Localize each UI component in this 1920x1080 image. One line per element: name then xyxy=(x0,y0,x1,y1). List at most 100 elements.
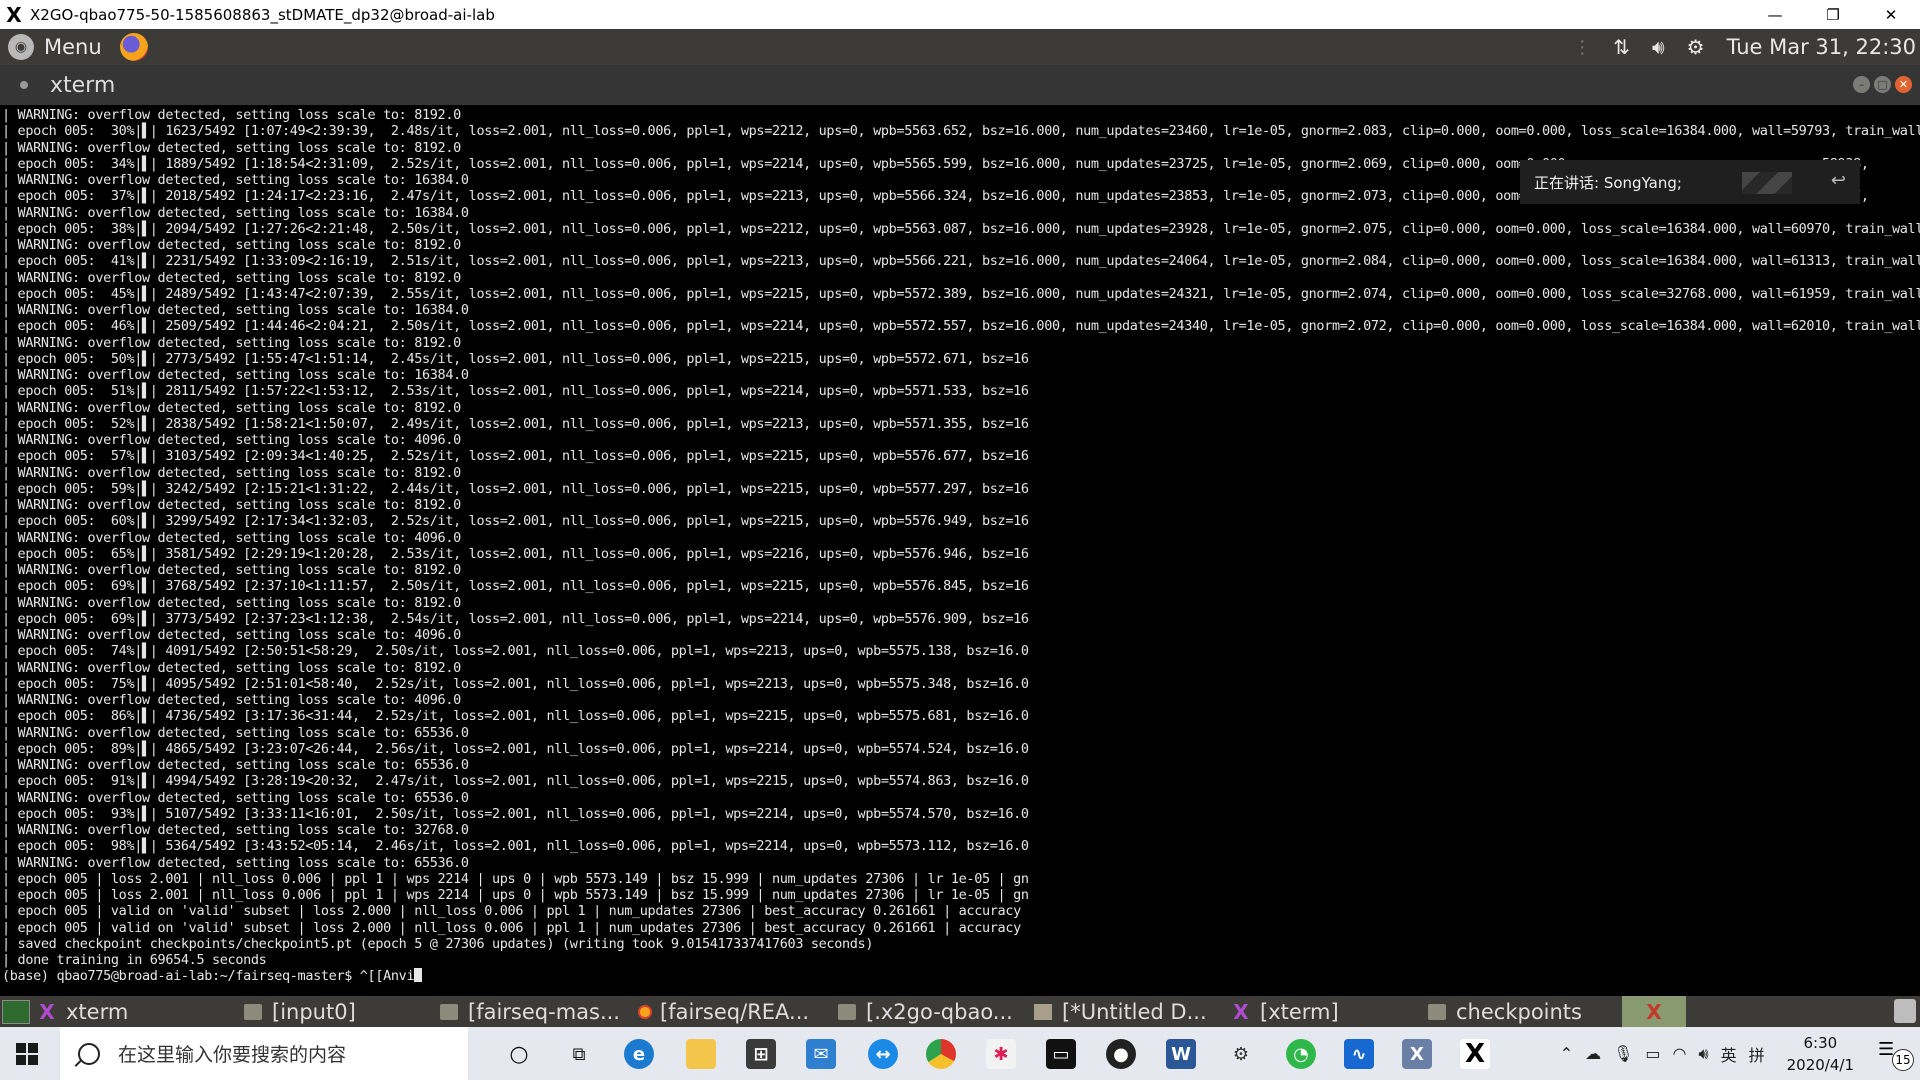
panel-tray: ⋮ ⇅ 🔊︎ ⚙ Tue Mar 31, 22:30 xyxy=(1573,29,1916,65)
terminal-line: | epoch 005 | valid on 'valid' subset | … xyxy=(2,919,1021,936)
task-label: [input0] xyxy=(272,999,356,1024)
terminal-line: | epoch 005: 46%|▌| 2509/5492 [1:44:46<2… xyxy=(2,318,1920,335)
prompt-text: (base) qbao775@broad-ai-lab:~/fairseq-ma… xyxy=(2,968,415,985)
close-button[interactable]: ✕ xyxy=(1862,0,1920,29)
file-explorer-icon[interactable] xyxy=(686,1039,716,1069)
edge-icon[interactable]: e xyxy=(624,1039,654,1069)
speaking-notification: 正在讲话: SongYang; ↩ xyxy=(1520,160,1860,204)
word-icon[interactable]: W xyxy=(1166,1039,1196,1069)
xming-icon[interactable]: X xyxy=(1402,1039,1432,1069)
cortana-icon[interactable]: ○ xyxy=(504,1039,534,1069)
settings-icon[interactable]: ⚙ xyxy=(1226,1039,1256,1069)
ime-mode[interactable]: 拼 xyxy=(1749,1042,1765,1066)
search-icon xyxy=(78,1042,100,1065)
task-view-icon[interactable]: ⧉ xyxy=(564,1039,594,1069)
xterm-maximize-button[interactable]: □ xyxy=(1874,76,1891,93)
terminal-line: | WARNING: overflow detected, setting lo… xyxy=(2,107,461,123)
terminal-line: | epoch 005: 51%|▌| 2811/5492 [1:57:22<1… xyxy=(2,383,1029,400)
terminal-line: | epoch 005 | loss 2.001 | nll_loss 0.00… xyxy=(2,870,1029,887)
wechat-icon[interactable]: ◔ xyxy=(1286,1039,1316,1069)
trash-icon[interactable] xyxy=(1894,999,1916,1023)
terminal-line: | epoch 005: 52%|▌| 2838/5492 [1:58:21<1… xyxy=(2,415,1029,432)
terminal-line: | epoch 005: 65%|▌| 3581/5492 [2:29:19<1… xyxy=(2,545,1029,562)
terminal-line: | epoch 005: 93%|▌| 5107/5492 [3:33:11<1… xyxy=(2,805,1029,822)
terminal-line: | WARNING: overflow detected, setting lo… xyxy=(2,757,469,773)
terminal-line: | WARNING: overflow detected, setting lo… xyxy=(2,399,461,416)
slack-icon[interactable]: ✱ xyxy=(986,1039,1016,1069)
firefox-icon xyxy=(638,1004,652,1019)
menu-button[interactable]: Menu xyxy=(44,35,102,59)
xterm-titlebar: xterm – □ ✕ xyxy=(0,65,1920,105)
terminal-output[interactable]: | WARNING: overflow detected, setting lo… xyxy=(0,107,1920,990)
task-xterm[interactable]: X xterm xyxy=(38,996,234,1027)
xterm-minimize-button[interactable]: – xyxy=(1853,76,1870,93)
folder-icon xyxy=(1428,1003,1446,1020)
xterm-close-button[interactable]: ✕ xyxy=(1895,76,1912,93)
onedrive-icon[interactable]: ☁ xyxy=(1585,1044,1601,1063)
terminal-line: | WARNING: overflow detected, setting lo… xyxy=(2,334,461,351)
task-checkpoints[interactable]: checkpoints xyxy=(1428,996,1624,1027)
show-hidden-icons[interactable]: ⌃ xyxy=(1560,1044,1573,1063)
task-untitled-document[interactable]: [*Untitled D... xyxy=(1034,996,1230,1027)
maximize-button[interactable]: ❐ xyxy=(1804,0,1862,29)
text-editor-icon xyxy=(1034,1003,1052,1020)
microphone-icon[interactable]: 🎙︎ xyxy=(1613,1044,1633,1063)
mate-top-panel: ◉ Menu ⋮ ⇅ 🔊︎ ⚙ Tue Mar 31, 22:30 xyxy=(0,29,1920,65)
ime-language[interactable]: 英 xyxy=(1721,1042,1737,1066)
alienware-icon[interactable]: ● xyxy=(1106,1039,1136,1069)
tray-separator: ⋮ xyxy=(1573,36,1592,58)
x-server-icon[interactable]: X xyxy=(1460,1039,1490,1069)
firefox-launcher-icon[interactable] xyxy=(119,33,148,61)
terminal-line: | epoch 005 | loss 2.001 | nll_loss 0.00… xyxy=(2,887,1029,903)
terminal-line: | saved checkpoint checkpoints/checkpoin… xyxy=(2,935,874,952)
task-input0[interactable]: [input0] xyxy=(244,996,434,1027)
terminal-cursor xyxy=(414,968,423,983)
task-fairseq-master[interactable]: [fairseq-mas... xyxy=(440,996,638,1027)
mate-menu-icon[interactable]: ◉ xyxy=(8,34,34,60)
wifi-icon[interactable]: ◠ xyxy=(1673,1044,1687,1063)
task-x2go-folder[interactable]: [.x2go-qbao... xyxy=(838,996,1034,1027)
terminal-line: | epoch 005: 86%|▌| 4736/5492 [3:17:36<3… xyxy=(2,708,1029,725)
task-label: [fairseq-mas... xyxy=(468,999,620,1024)
terminal-line: | WARNING: overflow detected, setting lo… xyxy=(2,724,469,741)
windows-search-box[interactable]: 在这里输入你要搜索的内容 xyxy=(60,1027,468,1080)
teamviewer-icon[interactable]: ↔ xyxy=(868,1039,898,1069)
workspace-switcher[interactable]: X xyxy=(1622,996,1686,1027)
network-icon[interactable]: ⇅ xyxy=(1613,35,1630,59)
terminal-line: | WARNING: overflow detected, setting lo… xyxy=(2,139,461,156)
panel-clock[interactable]: Tue Mar 31, 22:30 xyxy=(1727,35,1916,59)
store-icon[interactable]: ⊞ xyxy=(746,1039,776,1069)
chrome-icon[interactable] xyxy=(926,1039,956,1069)
terminal-prompt[interactable]: (base) qbao775@broad-ai-lab:~/fairseq-ma… xyxy=(0,968,1920,984)
minimize-button[interactable]: — xyxy=(1746,0,1804,29)
show-desktop-button[interactable] xyxy=(2,999,30,1024)
terminal-line: | epoch 005: 75%|▌| 4095/5492 [2:51:01<5… xyxy=(2,675,1029,692)
x2go-x-icon: X xyxy=(6,2,22,27)
settings-icon[interactable]: ⚙ xyxy=(1687,35,1705,59)
terminal-line: | WARNING: overflow detected, setting lo… xyxy=(2,659,461,676)
action-center-icon[interactable]: ☰ 15 xyxy=(1878,1039,1914,1071)
mail-icon[interactable]: ✉ xyxy=(806,1039,836,1069)
terminal-line: | epoch 005: 45%|▌| 2489/5492 [1:43:47<2… xyxy=(2,285,1920,302)
window-title: X2GO-qbao775-50-1585608863_stDMATE_dp32@… xyxy=(30,5,495,24)
battery-icon[interactable]: ▭ xyxy=(1645,1044,1660,1063)
volume-icon[interactable]: 🔊︎ xyxy=(1652,35,1665,59)
window-menu-icon[interactable] xyxy=(20,81,28,89)
terminal-line: | epoch 005: 69%|▌| 3768/5492 [2:37:10<1… xyxy=(2,578,1029,595)
xterm-icon: X xyxy=(39,999,55,1024)
terminal-line: | epoch 005: 98%|▌| 5364/5492 [3:43:52<0… xyxy=(2,838,1029,855)
windows-start-button[interactable] xyxy=(16,1043,38,1065)
terminal-icon[interactable]: ▭ xyxy=(1046,1039,1076,1069)
terminal-line: | epoch 005: 89%|▌| 4865/5492 [3:23:07<2… xyxy=(2,740,1029,757)
task-fairseq-readme[interactable]: [fairseq/REA... xyxy=(638,996,834,1027)
folder-icon xyxy=(244,1003,262,1020)
terminal-line: | epoch 005: 57%|▌| 3103/5492 [2:09:34<1… xyxy=(2,448,1029,465)
windows-clock[interactable]: 6:30 2020/4/1 xyxy=(1787,1032,1854,1076)
speaking-text: 正在讲话: SongYang; xyxy=(1534,173,1682,192)
folder-icon xyxy=(838,1003,856,1020)
reply-icon[interactable]: ↩ xyxy=(1831,170,1846,191)
task-xterm-2[interactable]: X [xterm] xyxy=(1232,996,1428,1027)
terminal-line: | WARNING: overflow detected, setting lo… xyxy=(2,497,461,513)
volume-icon[interactable]: 🔊︎ xyxy=(1699,1044,1709,1064)
app-icon[interactable]: ∿ xyxy=(1344,1039,1374,1069)
